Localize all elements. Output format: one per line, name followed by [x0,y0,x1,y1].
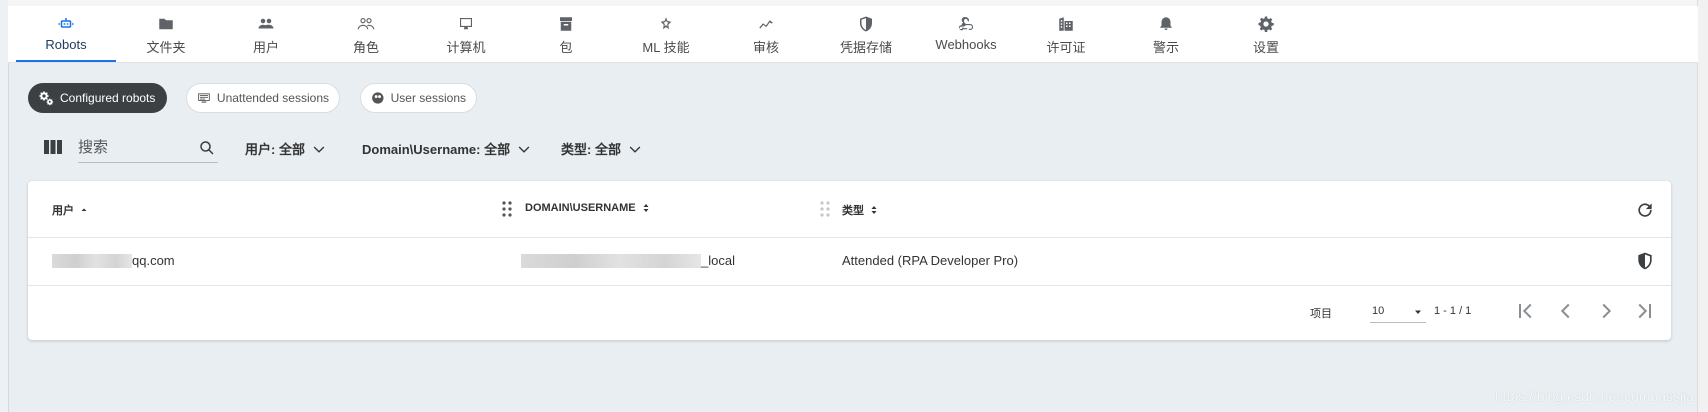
domain-filter-label: Domain\Username: 全部 [362,142,511,157]
cell-user: qq.com [52,253,175,268]
table-header: 用户 DOMAIN\USERNAME 类型 [28,181,1671,238]
search-box [78,134,218,163]
users-icon [256,14,276,34]
tab-label: 凭据存储 [839,40,892,55]
tab-label: 审核 [752,40,779,55]
user-sessions-icon [372,92,384,104]
tab-licenses[interactable]: 许可证 [1016,6,1116,62]
robots-table: 用户 DOMAIN\USERNAME 类型 qq.com _local Atte… [28,181,1671,340]
tab-label: 许可证 [1046,40,1086,55]
last-page-icon [1638,303,1651,319]
tab-label: 计算机 [446,40,486,55]
caret-down-icon [1415,310,1421,314]
first-page-button[interactable] [1516,302,1536,320]
tab-label: Webhooks [935,37,997,52]
tab-label: 包 [559,40,573,55]
tab-label: 文件夹 [146,40,186,55]
tab-settings[interactable]: 设置 [1216,6,1316,62]
tab-packages[interactable]: 包 [516,6,616,62]
next-page-button[interactable] [1596,302,1616,320]
refresh-icon[interactable] [1635,200,1655,220]
chevron-down-icon [313,146,325,153]
top-nav: Robots 文件夹 用户 角色 计算机 包 ML 技能 审核 凭据存储 Web… [8,6,1698,63]
tab-computers[interactable]: 计算机 [416,6,516,62]
table-row[interactable]: qq.com _local Attended (RPA Developer Pr… [28,237,1671,286]
column-header-domain[interactable]: DOMAIN\USERNAME [525,202,652,214]
search-icon[interactable] [198,139,216,157]
cell-type: Attended (RPA Developer Pro) [842,253,1019,268]
bell-icon [1156,14,1176,34]
type-filter[interactable]: 类型: 全部 [561,139,643,158]
monitor-list-icon [198,93,210,103]
type-filter-label: 类型: 全部 [561,142,621,157]
sort-icon [643,204,649,212]
tab-label: ML 技能 [642,40,690,55]
domain-filter[interactable]: Domain\Username: 全部 [362,139,532,158]
chevron-down-icon [518,146,530,153]
chevron-down-icon [629,146,641,153]
credential-store-icon [856,14,876,34]
previous-page-button[interactable] [1556,302,1576,320]
tab-webhooks[interactable]: Webhooks [916,6,1016,62]
gear-icon [1256,14,1276,34]
configured-robots-chip[interactable]: Configured robots [28,83,167,113]
tab-label: 设置 [1252,40,1279,55]
column-header-type[interactable]: 类型 [842,202,880,218]
audit-icon [756,14,776,34]
column-header-user[interactable]: 用户 [52,202,90,218]
package-icon [556,14,576,34]
tab-ml-skills[interactable]: ML 技能 [616,6,716,62]
user-filter-label: 用户: 全部 [245,142,305,157]
tab-users[interactable]: 用户 [216,6,316,62]
gears-icon [39,91,54,106]
shield-icon[interactable] [1635,251,1655,271]
computer-icon [456,14,476,34]
page-range: 1 - 1 / 1 [1434,305,1472,317]
drag-handle-icon[interactable] [819,200,831,218]
columns-icon[interactable] [44,139,62,155]
scrollbar[interactable] [1697,0,1708,412]
chip-label: Configured robots [60,91,156,105]
unattended-sessions-chip[interactable]: Unattended sessions [186,83,340,113]
items-per-page-label: 项目 [1310,308,1332,320]
tab-robots[interactable]: Robots [16,6,116,62]
tab-label: Robots [45,37,87,52]
user-sessions-chip[interactable]: User sessions [360,83,477,113]
license-icon [1056,14,1076,34]
redacted-block [52,253,132,268]
tab-audit[interactable]: 审核 [716,6,816,62]
chip-label: Unattended sessions [216,91,329,105]
tab-label: 用户 [252,40,279,55]
watermark: https://blog.csdn.net/compassjia [1494,388,1694,404]
tab-roles[interactable]: 角色 [316,6,416,62]
tab-alerts[interactable]: 警示 [1116,6,1216,62]
page-size-select[interactable]: 10 [1370,300,1426,323]
first-page-icon [1519,303,1532,319]
drag-handle-icon[interactable] [501,200,513,218]
chevron-right-icon [1602,303,1612,319]
tab-label: 角色 [352,40,379,55]
redacted-block [521,253,701,268]
robot-icon [56,14,76,34]
webhooks-icon [956,14,976,34]
sort-icon [871,206,877,214]
tab-folders[interactable]: 文件夹 [116,6,216,62]
cell-domain: _local [521,253,735,268]
tab-label: 警示 [1152,40,1179,55]
search-input[interactable] [78,134,188,160]
user-filter[interactable]: 用户: 全部 [245,139,327,158]
chevron-left-icon [1560,303,1570,319]
roles-icon [356,14,376,34]
ml-skill-icon [656,14,676,34]
sort-asc-icon [81,208,87,211]
last-page-button[interactable] [1634,302,1654,320]
folder-icon [156,14,176,34]
tab-credential-stores[interactable]: 凭据存储 [816,6,916,62]
chip-label: User sessions [390,91,466,105]
